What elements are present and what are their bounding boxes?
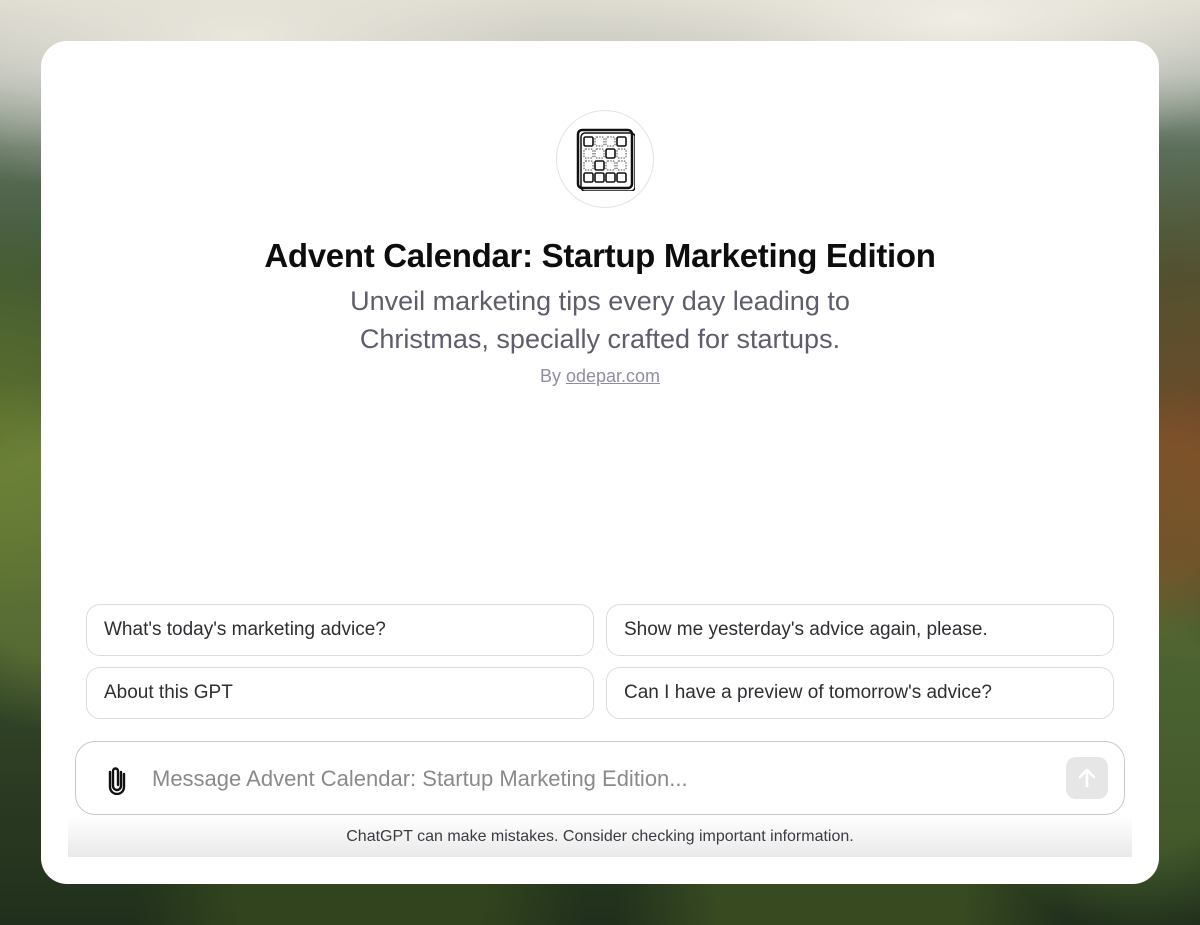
gpt-title: Advent Calendar: Startup Marketing Editi… bbox=[264, 237, 936, 274]
send-button[interactable] bbox=[1066, 757, 1108, 799]
disclaimer-bar: ChatGPT can make mistakes. Consider chec… bbox=[68, 815, 1132, 857]
byline-prefix: By bbox=[539, 366, 561, 386]
starter-prompt-todays-advice[interactable]: What's today's marketing advice? bbox=[86, 604, 594, 656]
message-input[interactable] bbox=[152, 762, 1032, 796]
gpt-logo bbox=[556, 110, 654, 208]
gpt-byline: By odepar.com bbox=[41, 366, 1159, 387]
disclaimer-text: ChatGPT can make mistakes. Consider chec… bbox=[346, 828, 854, 845]
arrow-up-icon bbox=[1078, 768, 1096, 788]
starter-prompt-tomorrows-preview[interactable]: Can I have a preview of tomorrow's advic… bbox=[606, 667, 1114, 719]
gpt-description: Unveil marketing tips every day leading … bbox=[350, 286, 850, 354]
author-link[interactable]: odepar.com bbox=[566, 366, 660, 386]
starter-prompt-yesterdays-advice[interactable]: Show me yesterday's advice again, please… bbox=[606, 604, 1114, 656]
attach-button[interactable] bbox=[104, 765, 130, 795]
calendar-grid-icon bbox=[576, 128, 635, 191]
starter-prompt-about-gpt[interactable]: About this GPT bbox=[86, 667, 594, 719]
gpt-card: Advent Calendar: Startup Marketing Editi… bbox=[41, 41, 1159, 884]
paperclip-icon bbox=[108, 767, 126, 795]
message-composer bbox=[75, 741, 1125, 815]
